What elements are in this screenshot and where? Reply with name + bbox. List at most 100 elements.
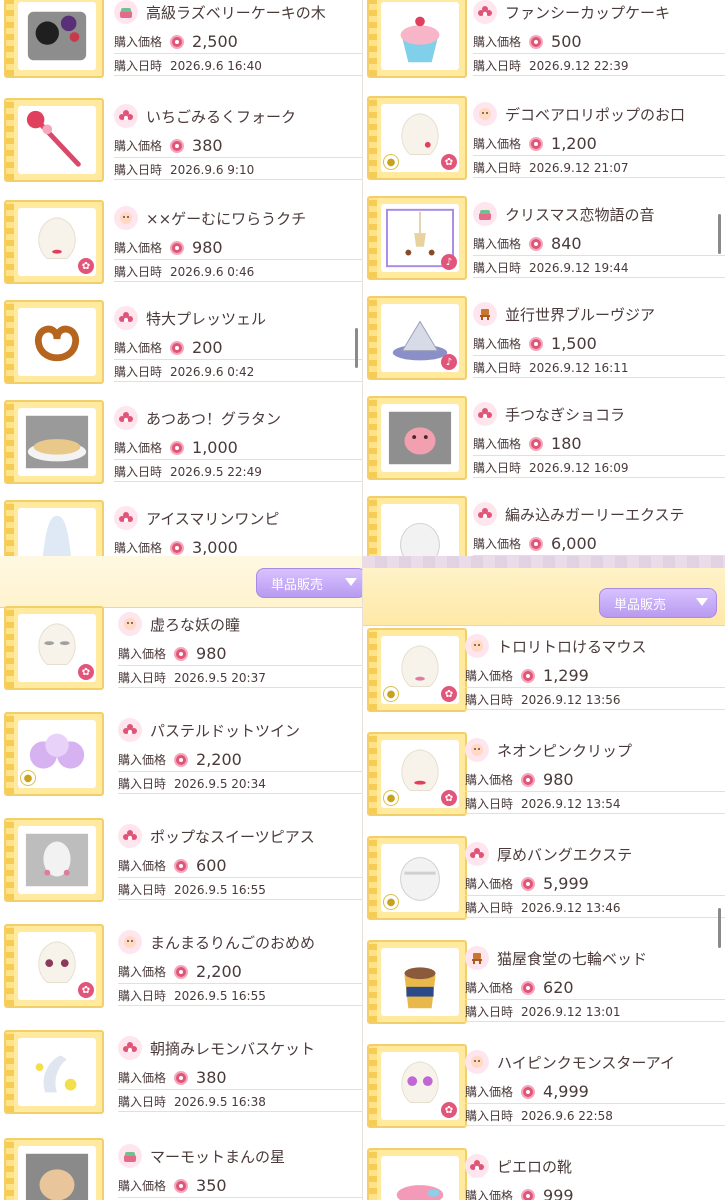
list-item[interactable]: 高級ラズベリーケーキの木 購入価格 2,500 購入日時 2026.9.6 16:4… [0, 0, 362, 82]
list-item[interactable]: ● 厚めバングエクステ 購入価格 5,999 購入日時 2026.9.12 13:4… [363, 836, 725, 924]
star-badge-icon: ✿ [441, 790, 457, 806]
price-label: 購入価格 [473, 537, 522, 551]
date-label: 購入日時 [118, 883, 167, 897]
donut-icon [170, 138, 185, 153]
list-item[interactable]: ✿ ××ゲーむにワらうクチ 購入価格 980 購入日時 2026.9.6 0:46 [0, 200, 362, 288]
list-item[interactable]: ♪ クリスマス恋物語の音 購入価格 840 購入日時 2026.9.12 19:44 [363, 196, 725, 284]
item-date: 2026.9.6 22:58 [521, 1108, 613, 1123]
date-label: 購入日時 [118, 989, 167, 1003]
list-item[interactable]: ● ✿ トロリトロけるマウス 購入価格 1,299 購入日時 2026.9.12 13… [363, 628, 725, 716]
donut-icon [174, 1178, 189, 1193]
date-label: 購入日時 [118, 777, 167, 791]
donut-icon [174, 858, 189, 873]
flower-icon [114, 406, 138, 430]
action-bar: 単品販売 [363, 556, 725, 626]
history-panel-bottom-right: 単品販売 ● ✿ トロリトロけるマウス 購入価格 1,299 購入日時 2026.9.… [363, 556, 725, 1200]
list-item[interactable]: 猫屋食堂の七輪ベッド 購入価格 620 購入日時 2026.9.12 13:01 [363, 940, 725, 1028]
donut-icon [529, 236, 544, 251]
list-item[interactable]: ✿ ハイピンクモンスターアイ 購入価格 4,999 購入日時 2026.9.6 22… [363, 1044, 725, 1132]
item-date: 2026.9.5 20:37 [174, 670, 266, 685]
price-label: 購入価格 [118, 1071, 167, 1085]
face-icon [465, 1050, 489, 1074]
list-item[interactable]: ✿ まんまるりんごのおめめ 購入価格 2,200 購入日時 2026.9.5 16:… [0, 924, 362, 1012]
date-label: 購入日時 [465, 797, 514, 811]
item-thumbnail: ✿ [4, 200, 104, 284]
item-name: ××ゲーむにワらうクチ [146, 209, 307, 228]
scrollbar[interactable] [355, 328, 358, 368]
single-sell-label: 単品販売 [614, 597, 667, 613]
list-item[interactable]: ● パステルドットツイン 購入価格 2,200 購入日時 2026.9.5 20:3… [0, 712, 362, 800]
item-thumbnail [367, 396, 467, 480]
item-price: 980 [192, 238, 223, 257]
scrollbar[interactable] [718, 214, 721, 254]
chair-icon [473, 302, 497, 326]
flower-icon [473, 502, 497, 526]
price-label: 購入価格 [473, 337, 522, 351]
star-badge-icon: ✿ [441, 1102, 457, 1118]
donut-icon [529, 34, 544, 49]
single-sell-button[interactable]: 単品販売 [256, 568, 362, 598]
list-item[interactable]: 特大プレッツェル 購入価格 200 購入日時 2026.9.6 0:42 [0, 300, 362, 388]
item-thumbnail: ✿ [4, 606, 104, 690]
list-item[interactable]: アイスマリンワンピ 購入価格 3,000 [0, 500, 362, 556]
list-item[interactable]: ✿ 虚ろな妖の瞳 購入価格 980 購入日時 2026.9.5 20:37 [0, 606, 362, 694]
bulb-badge-icon: ● [383, 154, 399, 170]
list-item[interactable]: あつあつ！グラタン 購入価格 1,000 購入日時 2026.9.5 22:49 [0, 400, 362, 488]
item-date: 2026.9.5 20:34 [174, 776, 266, 791]
item-price: 840 [551, 234, 582, 253]
item-date: 2026.9.12 19:44 [529, 260, 629, 275]
price-label: 購入価格 [118, 965, 167, 979]
price-label: 購入価格 [465, 877, 514, 891]
list-item[interactable]: マーモットまんの星 購入価格 350 [0, 1138, 362, 1200]
list-item[interactable]: ピエロの靴 購入価格 999 [363, 1148, 725, 1200]
price-label: 購入価格 [473, 137, 522, 151]
item-name: 手つなぎショコラ [505, 405, 626, 424]
item-thumbnail [4, 818, 104, 902]
star-badge-icon: ✿ [441, 154, 457, 170]
bulb-badge-icon: ● [383, 894, 399, 910]
single-sell-button[interactable]: 単品販売 [599, 588, 717, 618]
item-price: 3,000 [192, 538, 238, 556]
item-date: 2026.9.12 21:07 [529, 160, 629, 175]
donut-icon [174, 646, 189, 661]
price-label: 購入価格 [118, 859, 167, 873]
item-thumbnail [367, 496, 467, 556]
item-price: 1,000 [192, 438, 238, 457]
item-name: デコベアロリポップのお口 [505, 105, 686, 124]
item-name: 並行世界ブルーヴジア [505, 305, 656, 324]
date-label: 購入日時 [118, 671, 167, 685]
item-date: 2026.9.6 16:40 [170, 58, 262, 73]
item-date: 2026.9.12 22:39 [529, 58, 629, 73]
item-thumbnail: ● [4, 712, 104, 796]
bulb-badge-icon: ● [383, 790, 399, 806]
item-price: 6,000 [551, 534, 597, 553]
donut-icon [529, 136, 544, 151]
price-label: 購入価格 [473, 237, 522, 251]
donut-icon [170, 540, 185, 555]
item-name: 朝摘みレモンバスケット [150, 1039, 316, 1058]
date-label: 購入日時 [465, 901, 514, 915]
donut-icon [529, 436, 544, 451]
item-thumbnail: ✿ [367, 1044, 467, 1128]
list-item[interactable]: ● ✿ デコベアロリポップのお口 購入価格 1,200 購入日時 2026.9.12 … [363, 96, 725, 184]
flower-icon [114, 306, 138, 330]
item-price: 380 [192, 136, 223, 155]
item-price: 180 [551, 434, 582, 453]
cake-icon [114, 0, 138, 24]
list-item[interactable]: 編み込みガーリーエクステ 購入価格 6,000 [363, 496, 725, 556]
list-item[interactable]: 朝摘みレモンバスケット 購入価格 380 購入日時 2026.9.5 16:38 [0, 1030, 362, 1118]
date-label: 購入日時 [465, 1005, 514, 1019]
list-item[interactable]: いちごみるくフォーク 購入価格 380 購入日時 2026.9.6 9:10 [0, 98, 362, 186]
list-item[interactable]: ♪ 並行世界ブルーヴジア 購入価格 1,500 購入日時 2026.9.12 16:… [363, 296, 725, 384]
donut-icon [521, 1084, 536, 1099]
item-price: 5,999 [543, 874, 589, 893]
price-label: 購入価格 [118, 1179, 167, 1193]
list-item[interactable]: 手つなぎショコラ 購入価格 180 購入日時 2026.9.12 16:09 [363, 396, 725, 484]
history-panel-top-right: ファンシーカップケーキ 購入価格 500 購入日時 2026.9.12 22:39 … [363, 0, 725, 556]
list-item[interactable]: ポップなスイーツピアス 購入価格 600 購入日時 2026.9.5 16:55 [0, 818, 362, 906]
list-item[interactable]: ファンシーカップケーキ 購入価格 500 購入日時 2026.9.12 22:39 [363, 0, 725, 82]
scrollbar[interactable] [718, 908, 721, 948]
list-item[interactable]: ● ✿ ネオンピンクリップ 購入価格 980 購入日時 2026.9.12 13:54 [363, 732, 725, 820]
date-label: 購入日時 [114, 365, 163, 379]
item-date: 2026.9.6 0:42 [170, 364, 255, 379]
